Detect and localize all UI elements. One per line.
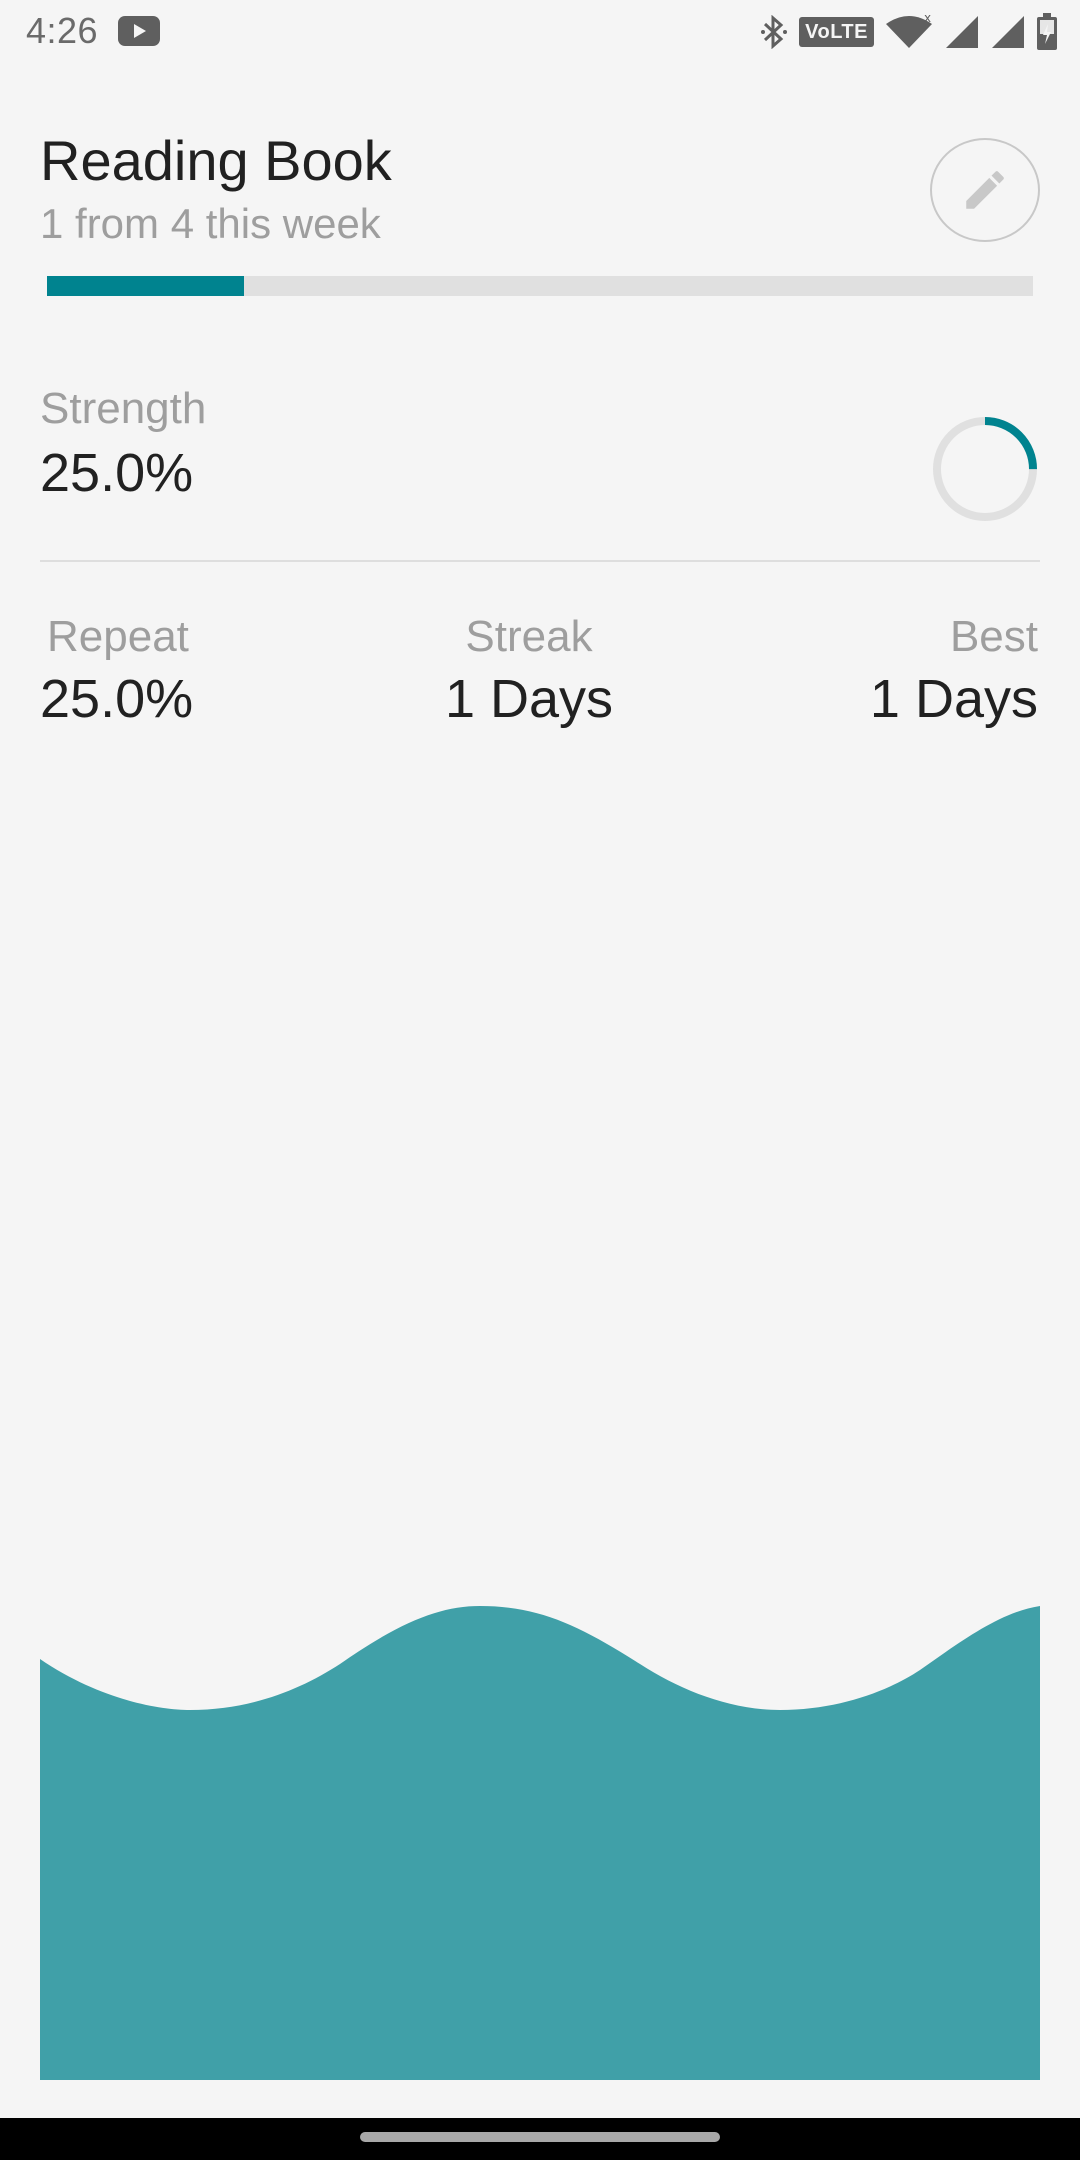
navigation-bar bbox=[0, 2118, 1080, 2160]
status-icons: VoLTE x bbox=[759, 10, 1058, 54]
home-gesture-handle[interactable] bbox=[360, 2132, 720, 2142]
wave-shape bbox=[40, 1606, 1040, 2080]
edit-button[interactable] bbox=[930, 138, 1040, 242]
stat-best: Best 1 Days bbox=[870, 612, 1038, 730]
streak-value: 1 Days bbox=[444, 669, 614, 729]
wifi-icon: x bbox=[886, 14, 932, 48]
week-progress-fill bbox=[47, 276, 245, 296]
repeat-value: 25.0% bbox=[40, 669, 194, 729]
status-bar: 4:26 VoLTE x bbox=[0, 0, 1080, 62]
volte-badge: VoLTE bbox=[799, 17, 874, 47]
habit-detail-screen: 4:26 VoLTE x Reading Book 1 from 4 this … bbox=[0, 0, 1080, 2160]
bluetooth-icon bbox=[761, 15, 788, 49]
youtube-icon bbox=[118, 16, 160, 46]
svg-text:x: x bbox=[924, 14, 931, 25]
stat-streak: Streak 1 Days bbox=[444, 612, 614, 730]
best-label: Best bbox=[949, 612, 1038, 661]
progress-wave bbox=[40, 1606, 1040, 2080]
habit-subtitle: 1 from 4 this week bbox=[40, 200, 381, 247]
streak-label: Streak bbox=[465, 612, 593, 661]
best-value: 1 Days bbox=[869, 669, 1038, 729]
stat-repeat: Repeat 25.0% bbox=[40, 612, 193, 730]
status-time: 4:26 bbox=[26, 10, 99, 51]
pencil-icon bbox=[966, 171, 1004, 209]
divider bbox=[40, 560, 1040, 562]
repeat-label: Repeat bbox=[47, 612, 189, 661]
strength-ring bbox=[933, 417, 1037, 521]
signal-icon bbox=[946, 16, 978, 48]
strength-value: 25.0% bbox=[40, 443, 194, 503]
week-progress-bar bbox=[47, 276, 1033, 296]
strength-label: Strength bbox=[40, 384, 207, 433]
signal-icon bbox=[992, 16, 1024, 48]
battery-icon bbox=[1037, 13, 1057, 50]
habit-title: Reading Book bbox=[40, 129, 392, 192]
